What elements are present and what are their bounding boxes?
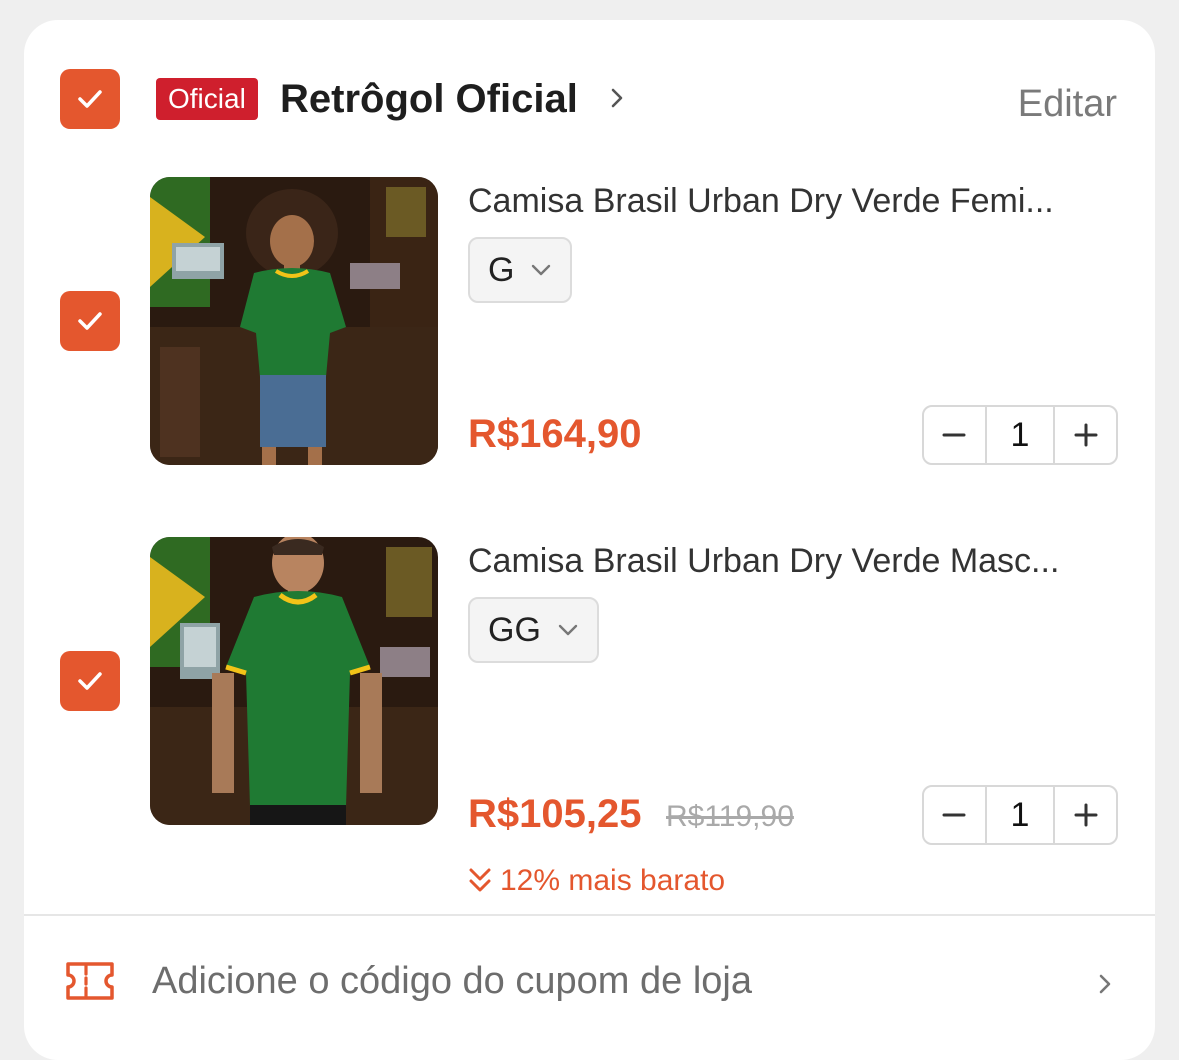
item-select-checkbox[interactable] <box>60 651 120 711</box>
minus-icon <box>942 433 966 437</box>
product-image[interactable] <box>150 537 438 825</box>
product-title[interactable]: Camisa Brasil Urban Dry Verde Femi... <box>468 179 1118 223</box>
chevron-right-icon[interactable] <box>608 84 628 112</box>
product-title[interactable]: Camisa Brasil Urban Dry Verde Masc... <box>468 539 1118 583</box>
plus-icon <box>1074 803 1098 827</box>
variant-value: GG <box>488 610 541 649</box>
quantity-value[interactable]: 1 <box>984 787 1056 843</box>
store-coupon-row[interactable]: Adicione o código do cupom de loja <box>24 916 1155 1046</box>
product-image[interactable] <box>150 177 438 465</box>
decrease-quantity-button[interactable] <box>924 407 985 463</box>
quantity-value[interactable]: 1 <box>984 407 1056 463</box>
chevron-right-icon <box>1099 974 1111 994</box>
cart-item: Camisa Brasil Urban Dry Verde Masc... GG… <box>24 537 1155 897</box>
double-chevron-down-icon <box>469 868 491 892</box>
store-name-link[interactable]: Retrôgol Oficial <box>280 74 578 124</box>
checkmark-icon <box>78 90 102 108</box>
official-badge: Oficial <box>156 78 258 120</box>
edit-button[interactable]: Editar <box>1018 80 1117 128</box>
store-select-checkbox[interactable] <box>60 69 120 129</box>
cart-item: Camisa Brasil Urban Dry Verde Femi... G … <box>24 177 1155 477</box>
ticket-icon <box>66 962 114 1000</box>
discount-label: 12% mais barato <box>468 861 725 901</box>
decrease-quantity-button[interactable] <box>924 787 985 843</box>
product-price: R$105,25 <box>468 792 642 836</box>
checkmark-icon <box>78 672 102 690</box>
original-price: R$119,90 <box>666 800 794 833</box>
plus-icon <box>1074 423 1098 447</box>
chevron-down-icon <box>532 264 551 276</box>
store-cart-card: Oficial Retrôgol Oficial Editar Camisa B… <box>24 20 1155 1060</box>
variant-selector[interactable]: GG <box>468 597 599 663</box>
quantity-stepper: 1 <box>922 405 1118 465</box>
checkmark-icon <box>78 312 102 330</box>
discount-text: 12% mais barato <box>500 864 726 897</box>
minus-icon <box>942 813 966 817</box>
increase-quantity-button[interactable] <box>1055 787 1116 843</box>
product-price: R$164,90 <box>468 412 642 456</box>
item-select-checkbox[interactable] <box>60 291 120 351</box>
quantity-stepper: 1 <box>922 785 1118 845</box>
variant-selector[interactable]: G <box>468 237 573 303</box>
increase-quantity-button[interactable] <box>1055 407 1116 463</box>
coupon-label: Adicione o código do cupom de loja <box>152 960 752 1002</box>
variant-value: G <box>488 250 515 289</box>
chevron-down-icon <box>558 624 578 636</box>
